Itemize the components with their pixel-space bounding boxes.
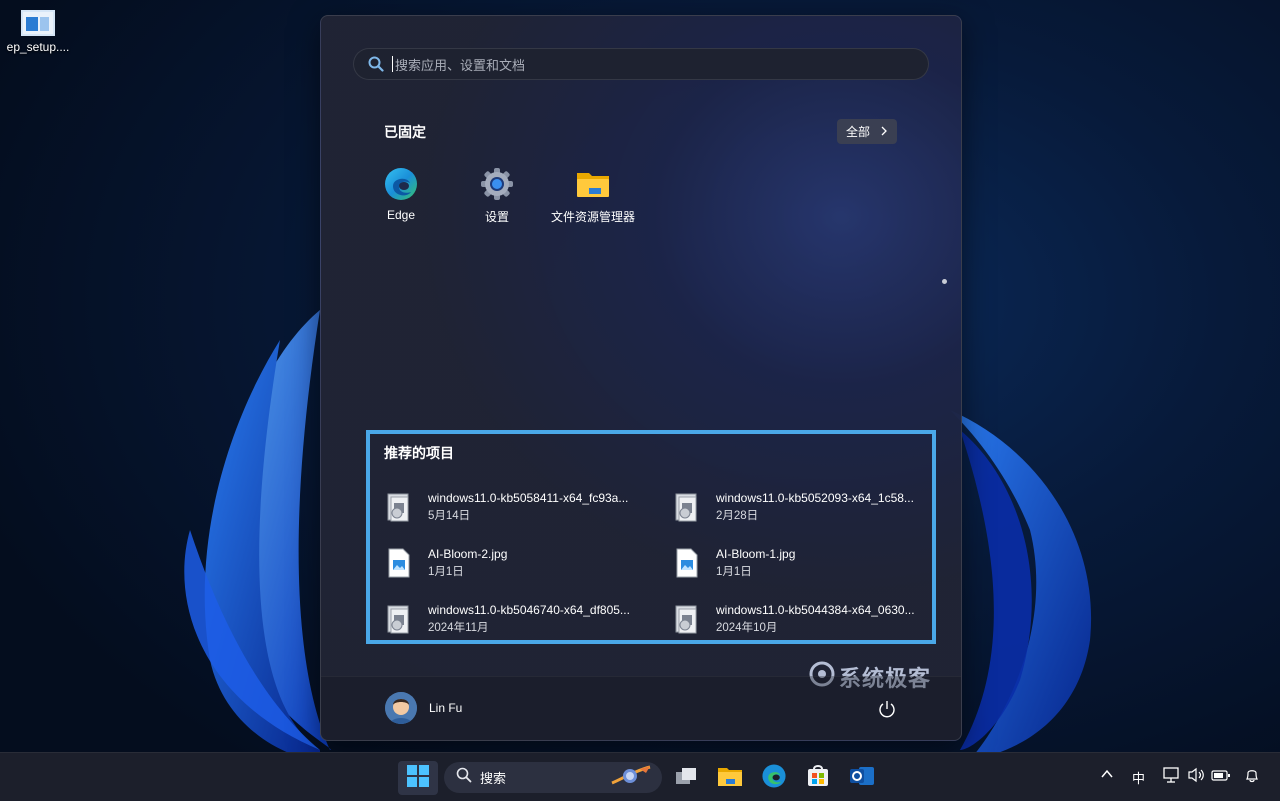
taskbar: 搜索 中 xyxy=(0,752,1280,801)
page-indicator-dot[interactable] xyxy=(942,279,947,284)
user-avatar[interactable] xyxy=(385,692,417,724)
search-icon xyxy=(368,56,384,72)
pinned-app-edge[interactable]: Edge xyxy=(356,166,446,222)
search-highlight-icon xyxy=(610,763,654,792)
item-date: 2024年10月 xyxy=(716,622,778,634)
edge-icon xyxy=(383,166,419,202)
text-caret xyxy=(392,56,393,72)
pinned-app-file-explorer[interactable]: 文件资源管理器 xyxy=(548,166,638,225)
item-name: windows11.0-kb5052093-x64_1c58... xyxy=(716,491,914,505)
taskbar-outlook[interactable] xyxy=(842,761,882,795)
volume-icon[interactable] xyxy=(1187,767,1205,786)
item-date: 2月28日 xyxy=(716,510,759,522)
item-name: windows11.0-kb5046740-x64_df805... xyxy=(428,603,630,617)
folder-icon xyxy=(575,166,611,202)
tray-overflow-chevron-up-icon[interactable] xyxy=(1100,767,1114,784)
store-icon xyxy=(806,764,830,793)
installer-package-icon xyxy=(384,491,414,523)
recommended-item[interactable]: windows11.0-kb5046740-x64_df805... 2024年1… xyxy=(384,599,644,639)
installer-package-icon xyxy=(672,491,702,523)
item-date: 2024年11月 xyxy=(428,622,489,634)
all-apps-label: 全部 xyxy=(845,125,870,139)
search-icon xyxy=(456,767,472,788)
taskbar-search-box[interactable]: 搜索 xyxy=(444,762,662,793)
item-name: AI-Bloom-2.jpg xyxy=(428,547,508,561)
task-view-icon xyxy=(674,766,698,791)
battery-icon[interactable] xyxy=(1211,767,1231,786)
desktop-icon-label: ep_setup.... xyxy=(6,40,70,54)
image-file-icon xyxy=(672,547,702,579)
image-file-icon xyxy=(384,547,414,579)
user-name[interactable]: Lin Fu xyxy=(429,701,462,715)
taskbar-edge[interactable] xyxy=(754,761,794,795)
item-date: 5月14日 xyxy=(428,510,471,522)
chevron-right-icon xyxy=(880,125,888,139)
recommended-item[interactable]: AI-Bloom-2.jpg 1月1日 xyxy=(384,543,644,583)
edge-icon xyxy=(761,763,787,794)
recommended-item[interactable]: windows11.0-kb5044384-x64_0630... 2024年10… xyxy=(672,599,932,639)
taskbar-file-explorer[interactable] xyxy=(710,761,750,795)
power-icon[interactable] xyxy=(877,699,897,719)
item-name: AI-Bloom-1.jpg xyxy=(716,547,796,561)
start-menu: 搜索应用、设置和文档 已固定 全部 Edge 设置 文件资源管理器 推荐的项目 … xyxy=(320,15,962,741)
desktop-icon-ep-setup[interactable]: ep_setup.... xyxy=(0,6,76,54)
search-placeholder: 搜索应用、设置和文档 xyxy=(395,57,526,73)
installer-package-icon xyxy=(672,603,702,635)
start-search-box[interactable]: 搜索应用、设置和文档 xyxy=(353,48,929,80)
folder-icon xyxy=(717,765,743,792)
outlook-icon xyxy=(849,764,875,793)
app-label: 文件资源管理器 xyxy=(550,210,635,224)
recommended-item[interactable]: windows11.0-kb5052093-x64_1c58... 2月28日 xyxy=(672,487,932,527)
taskbar-microsoft-store[interactable] xyxy=(798,761,838,795)
notification-bell-icon[interactable] xyxy=(1244,767,1260,786)
start-footer xyxy=(321,676,961,740)
app-label: Edge xyxy=(386,208,416,222)
task-view-button[interactable] xyxy=(666,761,706,795)
windows-logo-icon xyxy=(407,764,429,792)
recommended-item[interactable]: windows11.0-kb5058411-x64_fc93a... 5月14日 xyxy=(384,487,644,527)
network-icon[interactable] xyxy=(1163,767,1181,786)
installer-package-icon xyxy=(384,603,414,635)
ime-indicator[interactable]: 中 xyxy=(1132,768,1145,787)
item-name: windows11.0-kb5058411-x64_fc93a... xyxy=(428,491,629,505)
recommended-item[interactable]: AI-Bloom-1.jpg 1月1日 xyxy=(672,543,932,583)
setup-file-icon xyxy=(21,10,55,36)
recommended-section-title: 推荐的项目 xyxy=(384,445,454,461)
pinned-section-title: 已固定 xyxy=(384,124,426,140)
item-date: 1月1日 xyxy=(428,566,464,578)
app-label: 设置 xyxy=(484,210,509,224)
pinned-app-settings[interactable]: 设置 xyxy=(452,166,542,225)
start-button[interactable] xyxy=(398,761,438,795)
settings-gear-icon xyxy=(479,166,515,202)
item-date: 1月1日 xyxy=(716,566,752,578)
item-name: windows11.0-kb5044384-x64_0630... xyxy=(716,603,915,617)
all-apps-button[interactable]: 全部 xyxy=(837,119,897,144)
taskbar-search-label: 搜索 xyxy=(480,771,507,786)
